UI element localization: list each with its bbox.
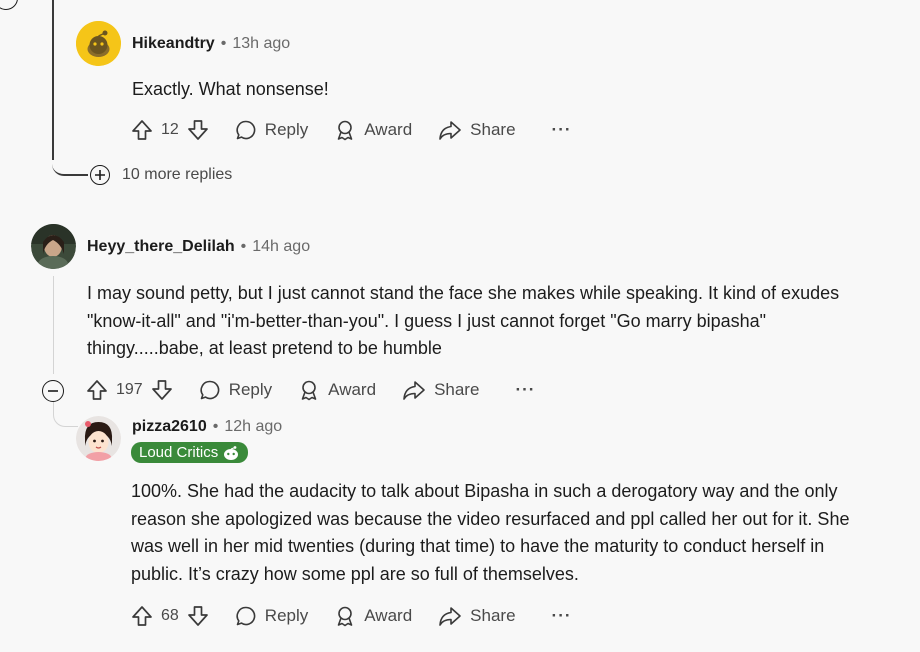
more-options-button[interactable]: ··· xyxy=(552,606,572,626)
share-icon xyxy=(438,119,462,141)
comment-actions: 12 Reply Award Share ··· xyxy=(131,114,572,146)
vote-score: 12 xyxy=(161,121,179,138)
minus-icon xyxy=(47,385,59,397)
downvote-icon[interactable] xyxy=(151,379,173,401)
downvote-icon[interactable] xyxy=(187,119,209,141)
vote-score: 68 xyxy=(161,607,179,624)
award-icon xyxy=(334,119,356,141)
share-button[interactable]: Share xyxy=(438,605,516,627)
reply-button[interactable]: Reply xyxy=(199,379,272,401)
comment-bubble-icon xyxy=(199,379,221,401)
separator: • xyxy=(240,238,247,255)
plus-icon xyxy=(94,169,106,181)
reply-label: Reply xyxy=(228,380,273,399)
vote-group: 197 xyxy=(86,379,173,401)
thread-curve xyxy=(52,150,88,176)
share-label: Share xyxy=(470,606,516,625)
avatar[interactable] xyxy=(76,416,121,461)
comment-bubble-icon xyxy=(235,605,257,627)
timestamp[interactable]: 13h ago xyxy=(232,35,290,53)
comment-meta: Heyy_there_Delilah • 14h ago xyxy=(87,238,310,256)
timestamp[interactable]: 14h ago xyxy=(252,238,310,256)
vote-score: 197 xyxy=(116,381,143,398)
separator: • xyxy=(212,418,219,435)
award-icon xyxy=(334,605,356,627)
comment-text: I may sound petty, but I just cannot sta… xyxy=(87,283,840,358)
collapse-thread-button[interactable] xyxy=(42,380,64,402)
upvote-icon[interactable] xyxy=(131,605,153,627)
upvote-icon[interactable] xyxy=(86,379,108,401)
author-name[interactable]: Heyy_there_Delilah xyxy=(87,238,235,256)
reply-button[interactable]: Reply xyxy=(235,119,308,141)
author-name[interactable]: Hikeandtry xyxy=(132,35,215,53)
vote-group: 68 xyxy=(131,605,209,627)
award-label: Award xyxy=(364,120,413,139)
reply-label: Reply xyxy=(264,606,309,625)
award-icon xyxy=(298,379,320,401)
award-button[interactable]: Award xyxy=(298,379,376,401)
share-icon xyxy=(438,605,462,627)
upvote-icon[interactable] xyxy=(131,119,153,141)
reply-button[interactable]: Reply xyxy=(235,605,308,627)
comment-text: Exactly. What nonsense! xyxy=(132,79,329,99)
timestamp[interactable]: 12h ago xyxy=(224,418,282,436)
expand-replies-button[interactable] xyxy=(90,165,110,185)
share-label: Share xyxy=(470,120,516,139)
comment-actions: 68 Reply Award Share ··· xyxy=(131,600,572,632)
user-flair: Loud Critics xyxy=(131,442,249,463)
comment-meta: Hikeandtry • 13h ago xyxy=(132,35,290,53)
more-options-button[interactable]: ··· xyxy=(515,380,535,400)
award-button[interactable]: Award xyxy=(334,119,412,141)
separator: • xyxy=(220,35,227,52)
top-partial-circle xyxy=(0,0,18,10)
snoo-face-icon xyxy=(222,445,240,461)
flair-label: Loud Critics xyxy=(139,444,219,461)
downvote-icon[interactable] xyxy=(187,605,209,627)
reply-label: Reply xyxy=(264,120,309,139)
share-button[interactable]: Share xyxy=(402,379,479,401)
share-button[interactable]: Share xyxy=(438,119,516,141)
comment-text: 100%. She had the audacity to talk about… xyxy=(131,481,850,584)
more-options-button[interactable]: ··· xyxy=(552,120,572,140)
avatar[interactable] xyxy=(31,224,76,269)
avatar[interactable] xyxy=(76,21,121,66)
more-replies-link[interactable]: 10 more replies xyxy=(122,166,232,184)
comment-actions: 197 Reply Award Share ··· xyxy=(86,374,535,406)
vote-group: 12 xyxy=(131,119,209,141)
award-label: Award xyxy=(364,606,413,625)
comment-bubble-icon xyxy=(235,119,257,141)
thread-line xyxy=(52,0,54,160)
share-icon xyxy=(402,379,426,401)
share-label: Share xyxy=(434,380,480,399)
thread-curve xyxy=(53,402,78,427)
award-label: Award xyxy=(328,380,377,399)
comment-meta: pizza2610 • 12h ago xyxy=(132,418,282,436)
award-button[interactable]: Award xyxy=(334,605,412,627)
thread-line xyxy=(53,276,54,374)
author-name[interactable]: pizza2610 xyxy=(132,418,207,436)
